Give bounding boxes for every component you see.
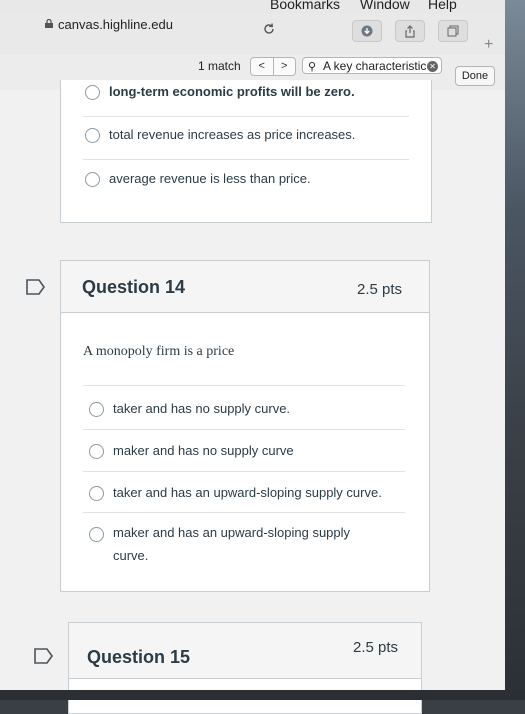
browser-window: Bookmarks Window Help canvas.highline.ed… xyxy=(0,0,505,714)
question-header: Question 15 2.5 pts xyxy=(69,623,421,679)
menu-help[interactable]: Help xyxy=(428,0,457,12)
search-icon: ⚲ xyxy=(308,61,317,73)
question-14-card: Question 14 2.5 pts A monopoly firm is a… xyxy=(60,260,430,592)
reload-icon[interactable] xyxy=(262,22,276,36)
option-label: maker and has an upward-sloping supply c… xyxy=(113,521,350,567)
clear-search-icon[interactable]: ✕ xyxy=(427,61,438,72)
share-icon xyxy=(405,24,415,38)
option-label: average revenue is less than price. xyxy=(109,171,311,186)
question-title: Question 15 xyxy=(87,647,191,667)
divider xyxy=(83,429,405,430)
radio-button[interactable] xyxy=(89,486,104,501)
prev-option-2[interactable]: total revenue increases as price increas… xyxy=(85,127,355,143)
question-text: A monopoly firm is a price xyxy=(83,344,235,359)
option-label: maker and has no supply curve xyxy=(113,443,294,458)
option-label-line-2: curve. xyxy=(113,548,149,563)
radio-button[interactable] xyxy=(89,402,104,417)
prev-option-3[interactable]: average revenue is less than price. xyxy=(85,171,311,187)
menu-bar: Bookmarks Window Help xyxy=(0,0,505,14)
question-title: Question 14 xyxy=(82,277,186,297)
find-prev-button[interactable]: < xyxy=(251,58,274,75)
divider xyxy=(83,385,405,386)
option-label: long-term economic profits will be zero. xyxy=(109,84,355,99)
find-input[interactable]: ⚲ A key characteristic ✕ xyxy=(302,57,442,74)
share-button[interactable] xyxy=(395,20,425,42)
menu-window[interactable]: Window xyxy=(360,0,410,12)
browser-toolbar: canvas.highline.edu + xyxy=(0,14,505,55)
question-points: 2.5 pts xyxy=(357,281,403,298)
find-done-button[interactable]: Done xyxy=(455,66,495,86)
q14-option-4[interactable]: maker and has an upward-sloping supply c… xyxy=(89,521,350,567)
find-next-button[interactable]: > xyxy=(274,58,296,75)
find-navigation: < > xyxy=(250,57,296,76)
tabs-button[interactable] xyxy=(438,20,468,42)
q14-option-1[interactable]: taker and has no supply curve. xyxy=(89,401,290,417)
question-points: 2.5 pts xyxy=(353,639,399,656)
option-label: taker and has no supply curve. xyxy=(113,401,291,416)
q14-option-3[interactable]: taker and has an upward-sloping supply c… xyxy=(89,485,382,501)
option-label-line-1: maker and has an upward-sloping supply xyxy=(113,525,351,540)
flag-question-icon[interactable] xyxy=(34,648,54,664)
tabs-icon xyxy=(447,25,459,37)
prev-question-card: long-term economic profits will be zero.… xyxy=(60,80,432,223)
find-query: A key characteristic xyxy=(323,59,427,73)
download-button[interactable] xyxy=(352,20,382,42)
option-label: total revenue increases as price increas… xyxy=(109,127,356,142)
divider xyxy=(83,512,405,513)
download-icon xyxy=(361,25,373,37)
background-bottom xyxy=(0,690,525,700)
flag-question-icon[interactable] xyxy=(26,279,46,295)
radio-button[interactable] xyxy=(85,128,100,143)
menu-bookmarks[interactable]: Bookmarks xyxy=(270,0,340,12)
question-15-card: Question 15 2.5 pts xyxy=(68,622,422,714)
radio-button[interactable] xyxy=(89,444,104,459)
radio-button[interactable] xyxy=(89,527,104,542)
match-count: 1 match xyxy=(198,59,241,73)
url-bar[interactable]: canvas.highline.edu xyxy=(58,17,173,32)
new-tab-icon[interactable]: + xyxy=(484,36,493,54)
question-header: Question 14 2.5 pts xyxy=(61,261,429,313)
q14-option-2[interactable]: maker and has no supply curve xyxy=(89,443,294,459)
divider xyxy=(83,471,405,472)
radio-button[interactable] xyxy=(85,172,100,187)
prev-option-1[interactable]: long-term economic profits will be zero. xyxy=(85,84,355,100)
option-label: taker and has an upward-sloping supply c… xyxy=(113,485,382,500)
radio-button[interactable] xyxy=(85,85,100,100)
divider xyxy=(83,159,409,160)
divider xyxy=(83,116,409,117)
lock-icon xyxy=(45,19,53,28)
